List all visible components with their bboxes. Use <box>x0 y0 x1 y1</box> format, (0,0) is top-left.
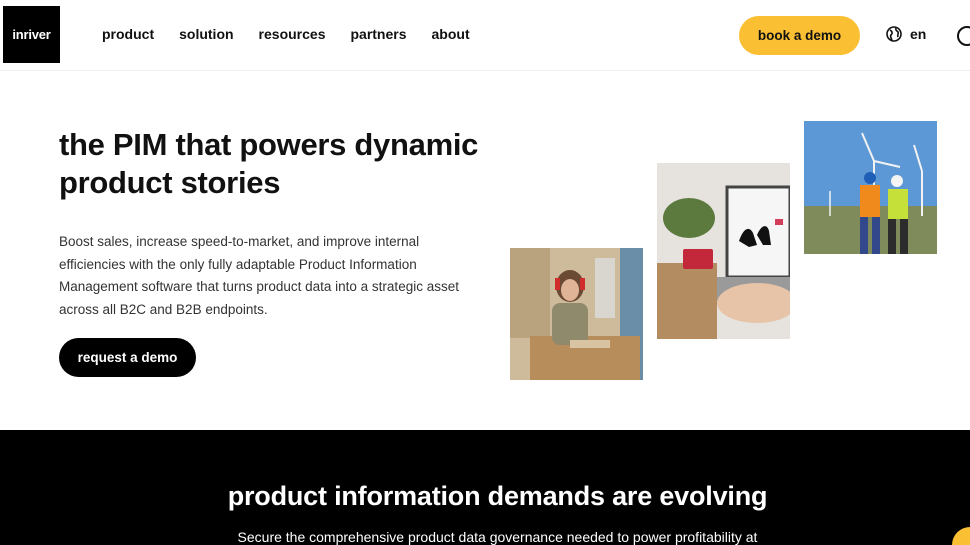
inriver-logo[interactable]: inriver <box>3 6 60 63</box>
hero-image-woodworker <box>510 248 643 380</box>
nav-product[interactable]: product <box>102 26 154 42</box>
hero-title: the PIM that powers dynamic product stor… <box>59 127 479 200</box>
section-title: product information demands are evolving <box>227 481 768 511</box>
section-subtitle: Secure the comprehensive product data go… <box>237 529 758 545</box>
language-label: en <box>910 26 927 42</box>
nav-resources[interactable]: resources <box>259 26 326 42</box>
hero-image-wind-turbines <box>804 121 937 254</box>
hero-image-online-shopping <box>657 163 790 339</box>
main-nav: product solution resources partners abou… <box>102 26 495 42</box>
hero-description: Boost sales, increase speed-to-market, a… <box>59 234 459 317</box>
book-demo-button[interactable]: book a demo <box>739 16 860 55</box>
site-header: inriver product solution resources partn… <box>0 0 970 71</box>
nav-partners[interactable]: partners <box>350 26 406 42</box>
nav-about[interactable]: about <box>432 26 470 42</box>
request-demo-button[interactable]: request a demo <box>59 338 196 377</box>
nav-solution[interactable]: solution <box>179 26 233 42</box>
search-icon[interactable] <box>957 26 970 46</box>
language-selector[interactable]: en <box>886 26 926 42</box>
globe-icon <box>886 26 902 42</box>
